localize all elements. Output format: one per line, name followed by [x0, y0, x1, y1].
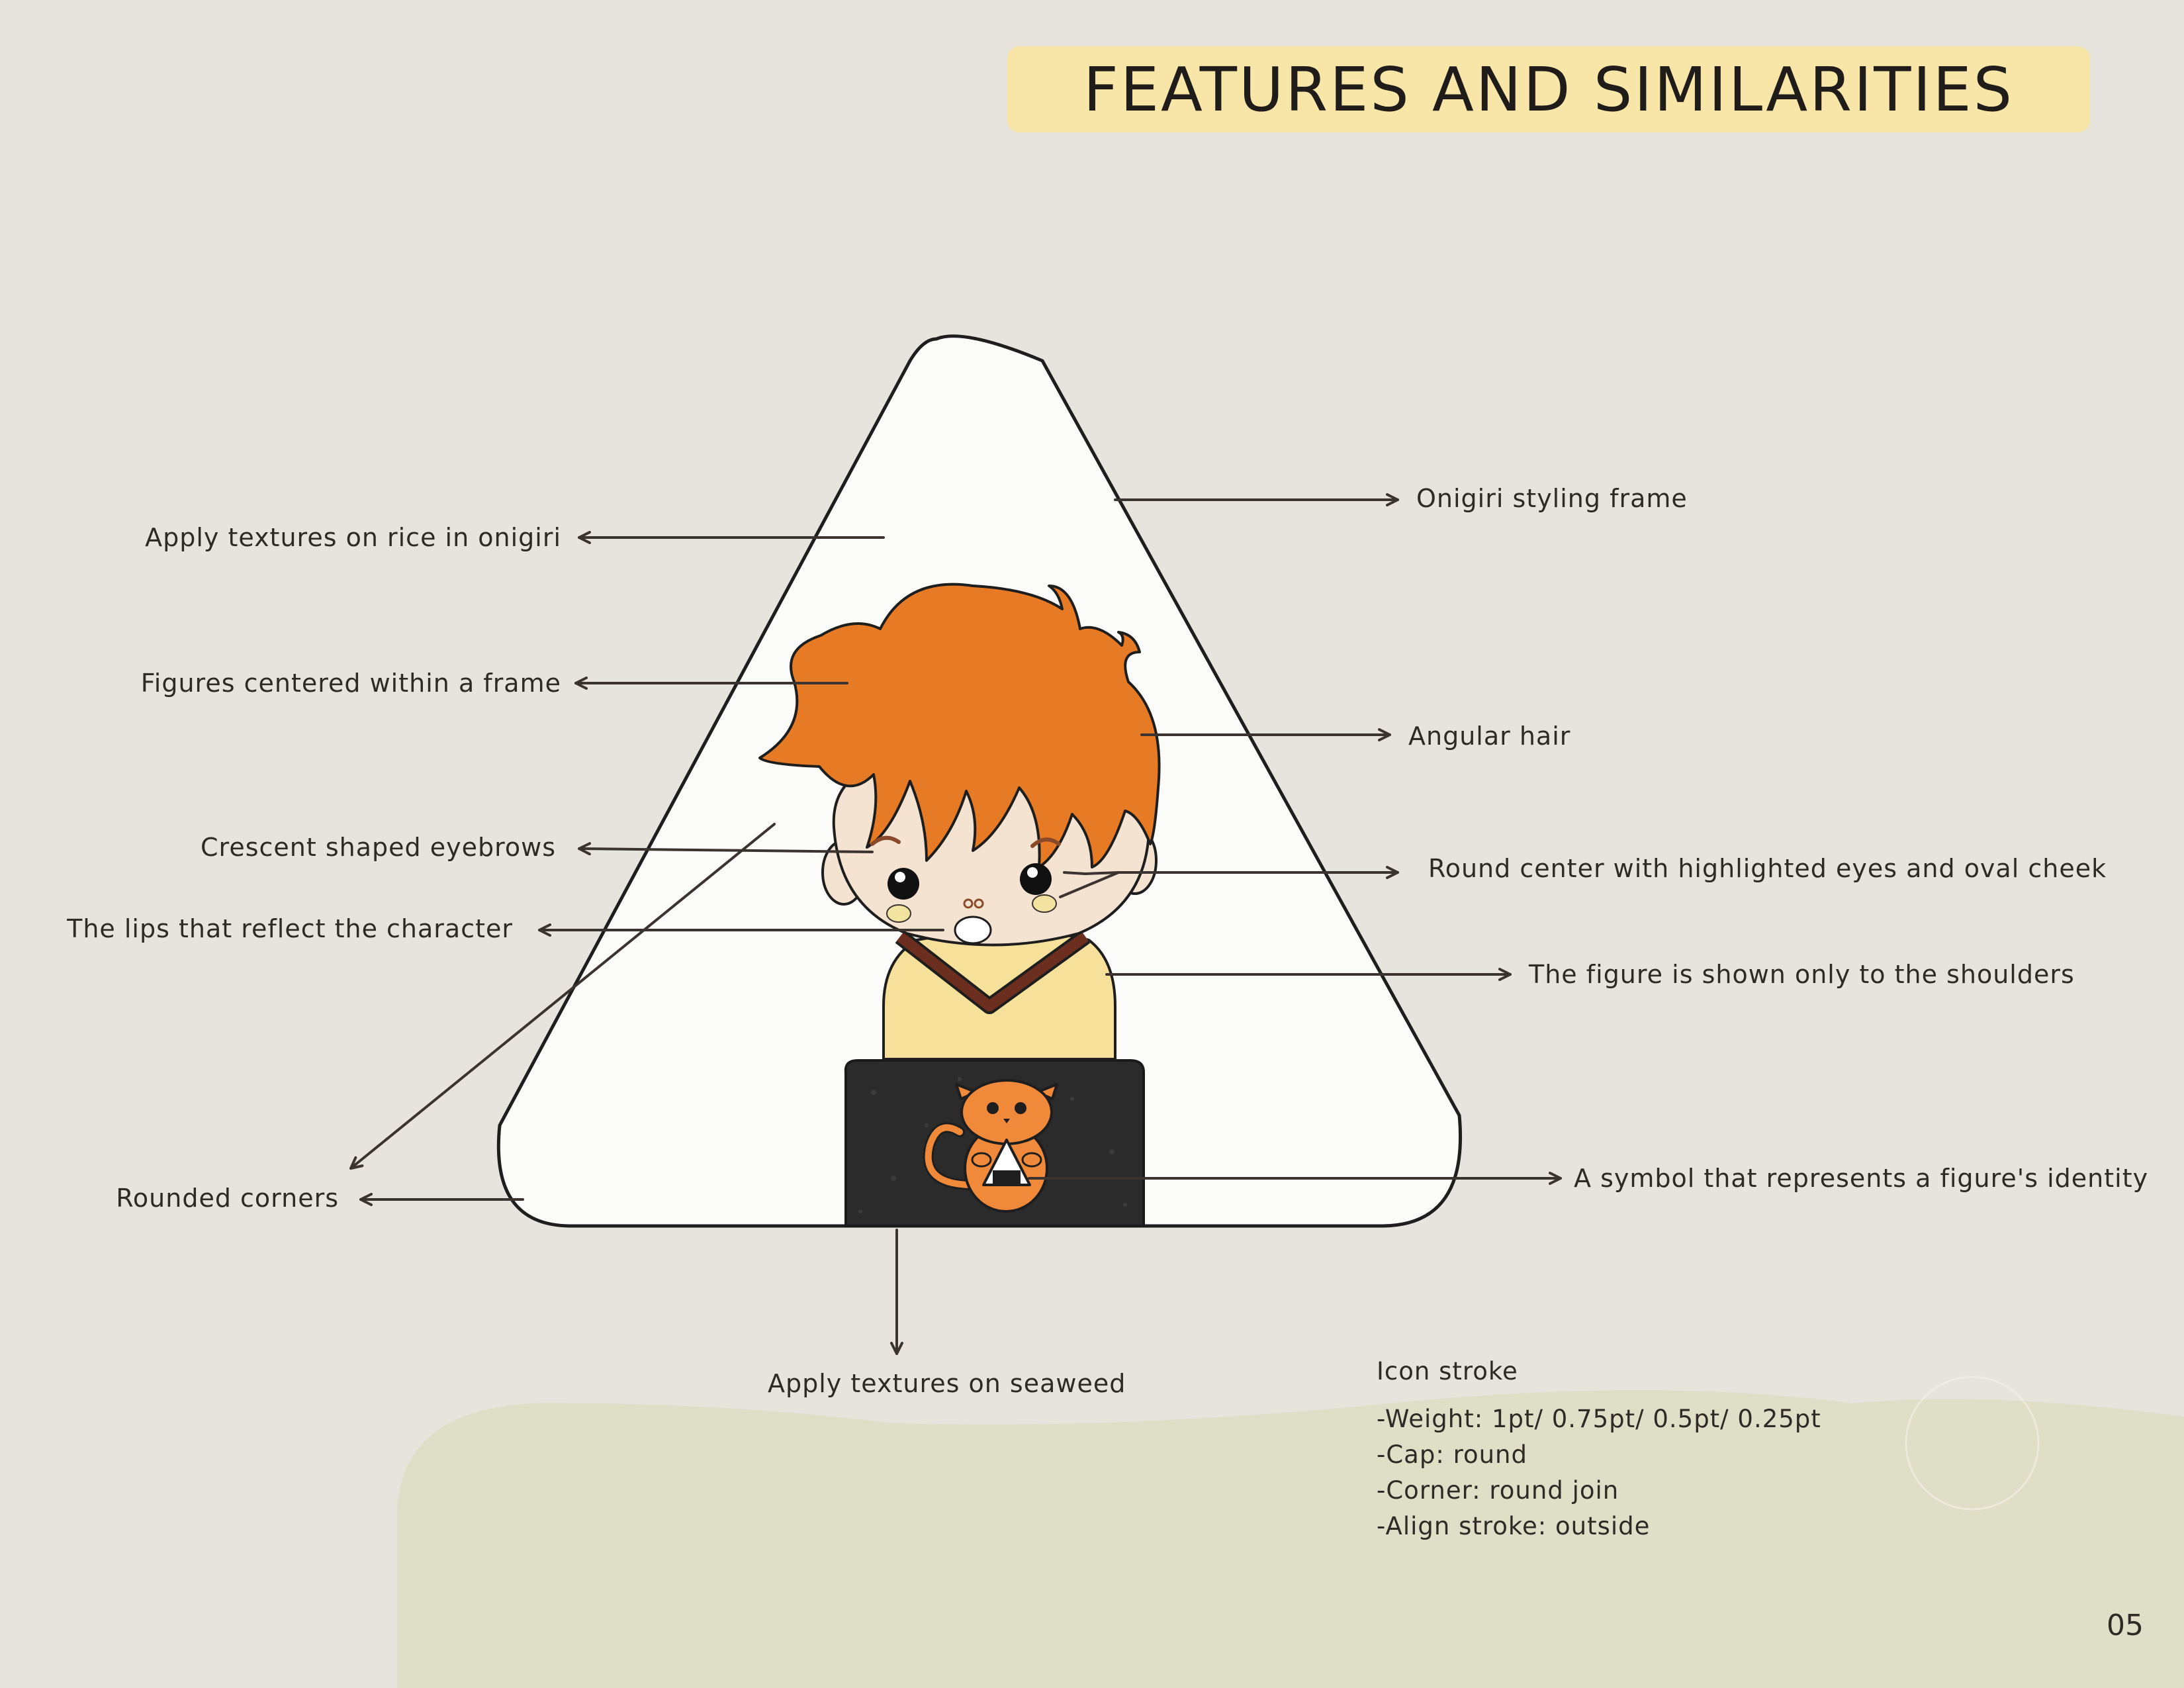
- label-lips: The lips that reflect the character: [67, 914, 513, 943]
- label-rounded-corners: Rounded corners: [116, 1184, 339, 1213]
- icon-stroke-cap: -Cap: round: [1377, 1440, 1527, 1469]
- label-eyebrows: Crescent shaped eyebrows: [201, 833, 556, 862]
- left-eye: [887, 868, 919, 900]
- label-center: Round center with highlighted eyes and o…: [1428, 854, 2107, 883]
- icon-stroke-heading: Icon stroke: [1377, 1357, 1518, 1385]
- label-centered-figure: Figures centered within a frame: [140, 669, 561, 698]
- label-rice-texture: Apply textures on rice in onigiri: [145, 523, 561, 552]
- icon-stroke-corner: -Corner: round join: [1377, 1476, 1619, 1505]
- label-symbol: A symbol that represents a figure's iden…: [1574, 1164, 2149, 1193]
- background-blob: [397, 1390, 2184, 1688]
- label-shoulders: The figure is shown only to the shoulder…: [1529, 960, 2075, 989]
- title-banner: FEATURES AND SIMILARITIES: [1007, 46, 2090, 132]
- label-frame: Onigiri styling frame: [1416, 484, 1688, 513]
- icon-stroke-align: -Align stroke: outside: [1377, 1512, 1651, 1540]
- page-number: 05: [2107, 1609, 2144, 1642]
- right-eye: [1020, 863, 1052, 895]
- icon-stroke-notes: Icon stroke -Weight: 1pt/ 0.75pt/ 0.5pt/…: [1377, 1357, 1821, 1544]
- left-cheek: [886, 904, 911, 923]
- page-title: FEATURES AND SIMILARITIES: [1083, 54, 2015, 125]
- label-seaweed: Apply textures on seaweed: [768, 1369, 1126, 1398]
- right-cheek: [1032, 894, 1057, 913]
- label-hair: Angular hair: [1408, 722, 1571, 751]
- icon-stroke-weight: -Weight: 1pt/ 0.75pt/ 0.5pt/ 0.25pt: [1377, 1405, 1821, 1433]
- lips: [954, 915, 992, 945]
